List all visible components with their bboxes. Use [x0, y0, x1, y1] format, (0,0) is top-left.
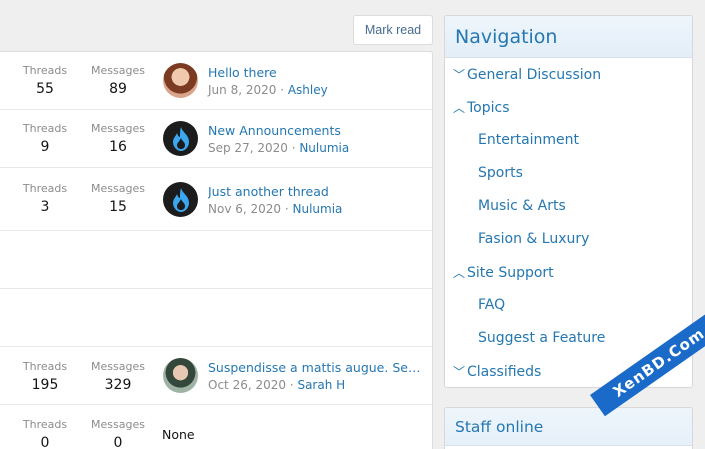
messages-count: 16	[109, 139, 127, 155]
flame-icon	[172, 187, 189, 212]
messages-label: Messages	[91, 182, 145, 195]
threads-count: 195	[31, 377, 59, 393]
messages-label: Messages	[91, 64, 145, 77]
threads-stat: Threads 0	[15, 418, 75, 449]
nav-item-music-arts[interactable]: Music & Arts	[478, 198, 566, 214]
flame-avatar[interactable]	[163, 182, 198, 217]
messages-stat: Messages 329	[88, 360, 148, 395]
nav-item-label: FAQ	[478, 297, 506, 313]
latest-meta: Sep 27, 2020 · Nulumia	[208, 141, 349, 155]
threads-stat: Threads 3	[15, 182, 75, 217]
threads-count: 0	[40, 435, 50, 449]
forum-row: Threads 9 Messages 16 New Announcements …	[0, 110, 432, 168]
threads-stat: Threads 9	[15, 122, 75, 157]
latest-date[interactable]: Nov 6, 2020	[208, 202, 281, 216]
forum-row: Threads 3 Messages 15 Just another threa…	[0, 168, 432, 231]
threads-label: Threads	[22, 122, 68, 135]
forum-row-empty	[0, 289, 432, 347]
latest-date[interactable]: Jun 8, 2020	[208, 83, 276, 97]
messages-stat: Messages 89	[88, 64, 148, 99]
navigation-title: Navigation	[445, 16, 692, 58]
threads-label: Threads	[22, 360, 68, 373]
ashley-avatar[interactable]	[163, 63, 198, 98]
chevron-up-icon[interactable]: ︿	[453, 264, 467, 281]
latest-date[interactable]: Oct 26, 2020	[208, 378, 286, 392]
nav-item-label: General Discussion	[467, 67, 602, 83]
meta-separator: ·	[281, 202, 293, 216]
latest-meta: Oct 26, 2020 · Sarah H	[208, 378, 345, 392]
meta-separator: ·	[276, 83, 288, 97]
forum-row: Threads 0 Messages 0 None	[0, 405, 432, 449]
nav-item-label: Site Support	[467, 265, 554, 281]
messages-label: Messages	[91, 418, 145, 431]
forum-row: Threads 55 Messages 89 Hello there Jun 8…	[0, 52, 432, 110]
nav-item-fasion-luxury[interactable]: Fasion & Luxury	[478, 231, 589, 247]
messages-label: Messages	[91, 360, 145, 373]
chevron-down-icon[interactable]: ﹀	[453, 66, 467, 83]
meta-separator: ·	[287, 141, 300, 155]
nav-item-suggest-feature[interactable]: Suggest a Feature	[478, 330, 605, 346]
latest-user[interactable]: Sarah H	[297, 378, 345, 392]
mark-read-button[interactable]: Mark read	[353, 15, 433, 45]
messages-label: Messages	[91, 122, 145, 135]
latest-meta: Jun 8, 2020 · Ashley	[208, 83, 328, 97]
threads-count: 55	[36, 81, 54, 97]
no-latest-text: None	[162, 427, 195, 442]
nav-item-label: Suggest a Feature	[478, 330, 606, 346]
nav-item-label: Music & Arts	[478, 198, 566, 214]
latest-user[interactable]: Nulumia	[293, 202, 343, 216]
threads-stat: Threads 195	[15, 360, 75, 395]
threads-count: 3	[40, 199, 50, 215]
navigation-block: Navigation ﹀ General Discussion ︿ Topics E…	[444, 15, 693, 388]
nav-item-label: Sports	[478, 165, 523, 181]
messages-count: 15	[109, 199, 127, 215]
nav-item-general-discussion[interactable]: ﹀ General Discussion	[453, 66, 601, 83]
nav-item-label: Fasion & Luxury	[478, 231, 590, 247]
chevron-down-icon[interactable]: ﹀	[453, 363, 467, 380]
nav-item-site-support[interactable]: ︿ Site Support	[453, 264, 554, 281]
threads-count: 9	[40, 139, 50, 155]
staff-online-title[interactable]: Staff online	[445, 408, 692, 446]
forum-row-empty	[0, 231, 432, 289]
nav-item-label: Topics	[467, 100, 510, 116]
threads-stat: Threads 55	[15, 64, 75, 99]
forum-row: Threads 195 Messages 329 Suspendisse a m…	[0, 347, 432, 405]
latest-user[interactable]: Nulumia	[299, 141, 349, 155]
nav-item-faq[interactable]: FAQ	[478, 297, 505, 313]
latest-meta: Nov 6, 2020 · Nulumia	[208, 202, 342, 216]
nav-item-entertainment[interactable]: Entertainment	[478, 132, 579, 148]
latest-thread-link[interactable]: Suspendisse a mattis augue. Sed dictum	[208, 360, 423, 375]
latest-thread-link[interactable]: Hello there	[208, 65, 423, 80]
forum-list: Threads 55 Messages 89 Hello there Jun 8…	[0, 51, 433, 449]
messages-stat: Messages 15	[88, 182, 148, 217]
chevron-up-icon[interactable]: ︿	[453, 99, 467, 116]
flame-icon	[172, 126, 189, 151]
latest-date[interactable]: Sep 27, 2020	[208, 141, 288, 155]
latest-thread-link[interactable]: Just another thread	[208, 184, 423, 199]
messages-count: 329	[104, 377, 132, 393]
nav-item-topics[interactable]: ︿ Topics	[453, 99, 510, 116]
messages-stat: Messages 16	[88, 122, 148, 157]
threads-label: Threads	[22, 64, 68, 77]
meta-separator: ·	[286, 378, 298, 392]
latest-user[interactable]: Ashley	[288, 83, 328, 97]
nav-item-sports[interactable]: Sports	[478, 165, 523, 181]
nav-item-label: Entertainment	[478, 132, 580, 148]
nav-item-label: Classifieds	[467, 364, 542, 380]
staff-online-block: Staff online	[444, 407, 693, 449]
nav-item-classifieds[interactable]: ﹀ Classifieds	[453, 363, 541, 380]
messages-stat: Messages 0	[88, 418, 148, 449]
messages-count: 89	[109, 81, 127, 97]
sarah-avatar[interactable]	[163, 358, 198, 393]
threads-label: Threads	[22, 182, 68, 195]
threads-label: Threads	[22, 418, 68, 431]
flame-avatar[interactable]	[163, 121, 198, 156]
messages-count: 0	[113, 435, 123, 449]
latest-thread-link[interactable]: New Announcements	[208, 123, 423, 138]
